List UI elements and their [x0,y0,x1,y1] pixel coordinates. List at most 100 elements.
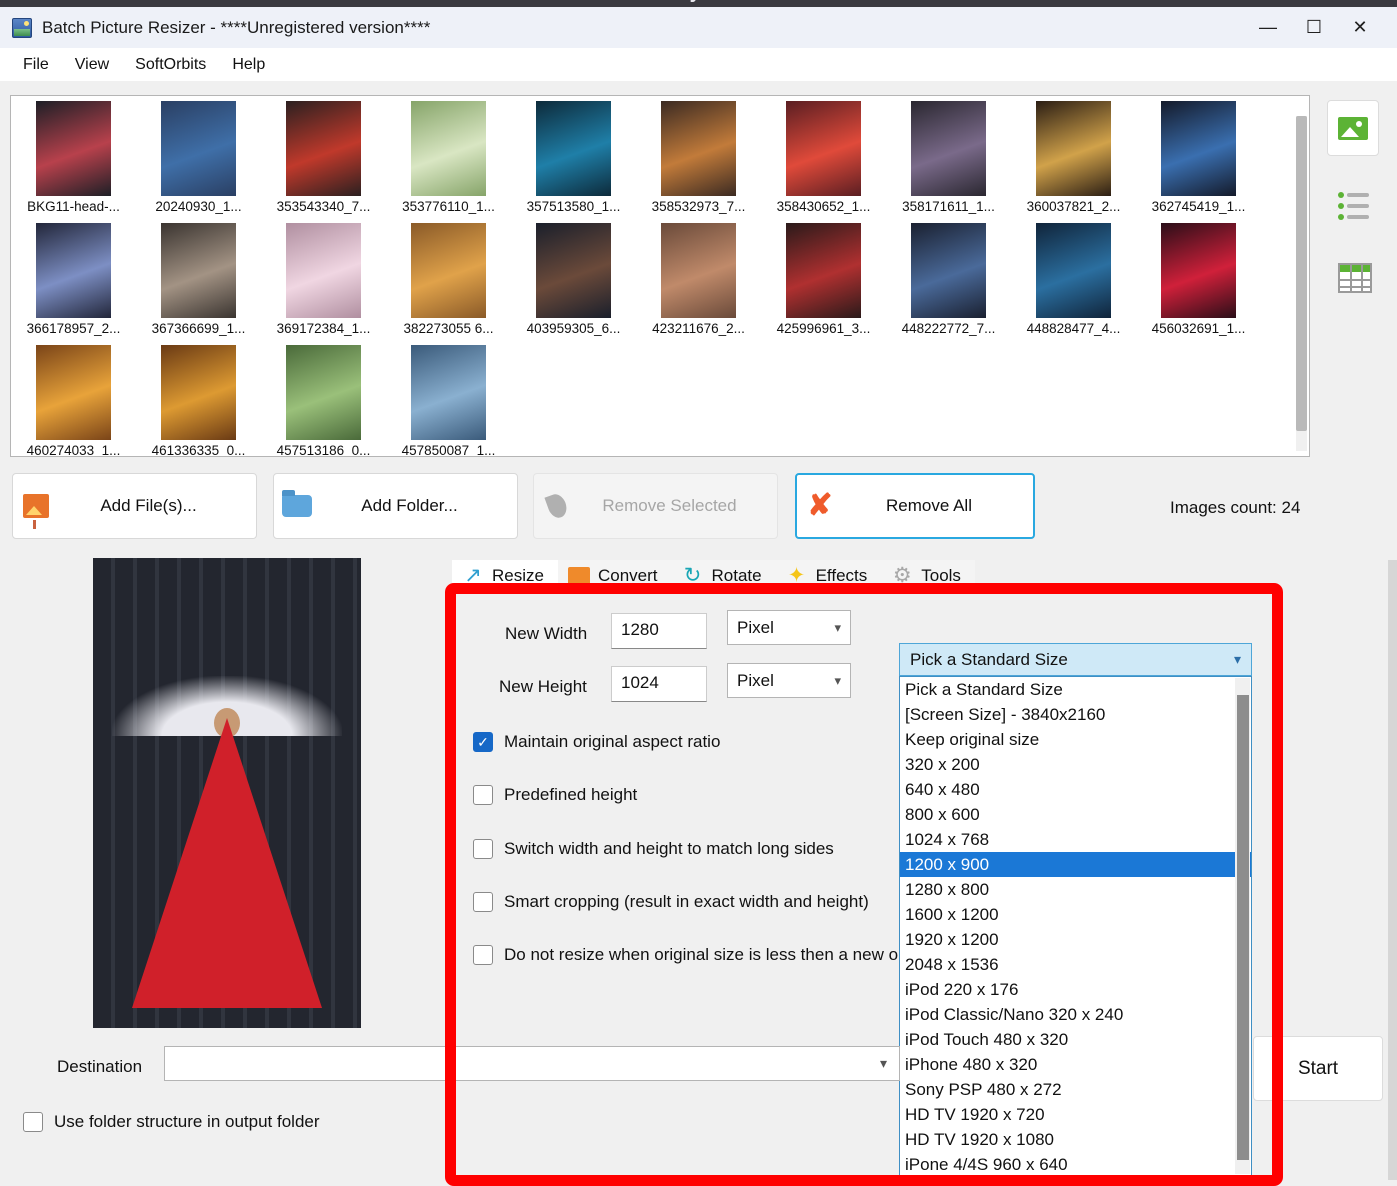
thumbnail-image[interactable] [911,223,986,318]
standard-size-select[interactable]: Pick a Standard Size ▾ [899,643,1252,676]
thumbnail-item[interactable]: 423211676_2... [636,218,761,340]
image-list-scrollbar-thumb[interactable] [1296,116,1307,431]
dropdown-option[interactable]: Pick a Standard Size [900,677,1251,702]
thumbnail-image[interactable] [661,223,736,318]
thumbnail-item[interactable]: 425996961_3... [761,218,886,340]
menu-item-file[interactable]: File [10,53,62,77]
predefined-height-checkbox[interactable]: Predefined height [473,785,637,805]
thumbnail-image[interactable] [786,223,861,318]
thumbnail-image[interactable] [411,345,486,440]
image-list-panel[interactable]: BKG11-head-... 20240930_1... 353543340_7..… [10,95,1310,457]
thumbnail-image[interactable] [286,223,361,318]
remove-all-button[interactable]: ✘ Remove All [795,473,1035,539]
dropdown-option[interactable]: 1600 x 1200 [900,902,1251,927]
thumbnail-image[interactable] [36,223,111,318]
thumbnail-item[interactable]: 448828477_4... [1011,218,1136,340]
thumbnail-item[interactable]: 360037821_2... [1011,96,1136,218]
dropdown-option[interactable]: Sony PSP 480 x 272 [900,1077,1251,1102]
dropdown-scrollbar-thumb[interactable] [1237,695,1249,1160]
dropdown-option[interactable]: 1920 x 1200 [900,927,1251,952]
dropdown-option[interactable]: iPod Classic/Nano 320 x 240 [900,1002,1251,1027]
thumbnail-item[interactable]: 403959305_6... [511,218,636,340]
smart-cropping-checkbox[interactable]: Smart cropping (result in exact width an… [473,892,869,912]
thumbnail-item[interactable]: 353543340_7... [261,96,386,218]
image-list-scroll-area[interactable]: BKG11-head-... 20240930_1... 353543340_7..… [11,96,1294,456]
thumbnail-image[interactable] [786,101,861,196]
thumbnail-image[interactable] [161,223,236,318]
maximize-icon[interactable]: ☐ [1291,7,1337,48]
menu-item-help[interactable]: Help [219,53,278,77]
thumbnail-item[interactable]: 357513580_1... [511,96,636,218]
thumbnail-item[interactable]: 382273055 6... [386,218,511,340]
thumbnail-view-button[interactable] [1327,100,1379,156]
add-files-button[interactable]: Add File(s)... [12,473,257,539]
dropdown-option[interactable]: iPone 4/4S 960 x 640 [900,1152,1251,1175]
dropdown-option[interactable]: HD TV 1920 x 1080 [900,1127,1251,1152]
do-not-resize-checkbox[interactable]: Do not resize when original size is less… [473,945,898,965]
new-width-unit-select[interactable]: Pixel ▾ [727,610,851,645]
thumbnail-item[interactable]: 20240930_1... [136,96,261,218]
standard-size-dropdown-list[interactable]: Pick a Standard Size [Screen Size] - 3840… [899,676,1252,1176]
close-icon[interactable]: ✕ [1337,7,1383,48]
thumbnail-item[interactable]: 367366699_1... [136,218,261,340]
thumbnail-image[interactable] [286,101,361,196]
dropdown-option[interactable]: 320 x 200 [900,752,1251,777]
dropdown-option[interactable]: 800 x 600 [900,802,1251,827]
minimize-icon[interactable]: — [1245,7,1291,48]
thumbnail-image[interactable] [1161,223,1236,318]
thumbnail-image[interactable] [1036,223,1111,318]
chevron-down-icon[interactable]: ▾ [880,1055,887,1072]
dropdown-option[interactable]: 640 x 480 [900,777,1251,802]
dropdown-option[interactable]: 1280 x 800 [900,877,1251,902]
menu-item-softorbits[interactable]: SoftOrbits [122,53,219,77]
thumbnail-item[interactable]: 366178957_2... [11,218,136,340]
thumbnail-item[interactable]: 461336335_0... [136,340,261,456]
dropdown-option[interactable]: [Screen Size] - 3840x2160 [900,702,1251,727]
thumbnail-image[interactable] [1036,101,1111,196]
thumbnail-image[interactable] [1161,101,1236,196]
add-folder-button[interactable]: Add Folder... [273,473,518,539]
thumbnail-image[interactable] [536,223,611,318]
thumbnail-item[interactable]: 362745419_1... [1136,96,1261,218]
new-height-unit-select[interactable]: Pixel ▾ [727,663,851,698]
thumbnail-item[interactable]: 369172384_1... [261,218,386,340]
thumbnail-image[interactable] [411,223,486,318]
dropdown-option[interactable]: 1200 x 900 [900,852,1251,877]
new-width-input[interactable]: 1280 [611,613,707,649]
thumbnail-item[interactable]: 448222772_7... [886,218,1011,340]
thumbnail-item[interactable]: 457513186_0... [261,340,386,456]
thumbnail-item[interactable]: BKG11-head-... [11,96,136,218]
thumbnail-image[interactable] [411,101,486,196]
list-view-button[interactable] [1338,190,1372,220]
dropdown-option[interactable]: 2048 x 1536 [900,952,1251,977]
use-folder-structure-checkbox[interactable]: Use folder structure in output folder [23,1112,320,1132]
new-height-input[interactable]: 1024 [611,666,707,702]
thumbnail-image[interactable] [661,101,736,196]
thumbnail-item[interactable]: 353776110_1... [386,96,511,218]
thumbnail-item[interactable]: 456032691_1... [1136,218,1261,340]
thumbnail-image[interactable] [911,101,986,196]
dropdown-option[interactable]: Keep original size [900,727,1251,752]
menu-item-view[interactable]: View [62,53,122,77]
start-button[interactable]: Start [1253,1036,1383,1101]
dropdown-option[interactable]: 1024 x 768 [900,827,1251,852]
maintain-aspect-ratio-checkbox[interactable]: ✓ Maintain original aspect ratio [473,732,720,752]
thumbnail-image[interactable] [161,345,236,440]
thumbnail-image[interactable] [36,345,111,440]
dropdown-option[interactable]: iPod Touch 480 x 320 [900,1027,1251,1052]
thumbnail-item[interactable]: 358171611_1... [886,96,1011,218]
thumbnail-item[interactable]: 358532973_7... [636,96,761,218]
thumbnail-image[interactable] [286,345,361,440]
window-scrollbar[interactable] [1388,560,1397,1180]
dropdown-option[interactable]: iPhone 480 x 320 [900,1052,1251,1077]
switch-width-height-checkbox[interactable]: Switch width and height to match long si… [473,839,834,859]
thumbnail-image[interactable] [536,101,611,196]
thumbnail-item[interactable]: 358430652_1... [761,96,886,218]
thumbnail-image[interactable] [161,101,236,196]
dropdown-option[interactable]: iPod 220 x 176 [900,977,1251,1002]
thumbnail-item[interactable]: 460274033_1... [11,340,136,456]
destination-input[interactable] [164,1046,900,1081]
thumbnail-item[interactable]: 457850087_1... [386,340,511,456]
grid-view-button[interactable] [1338,263,1372,293]
thumbnail-image[interactable] [36,101,111,196]
